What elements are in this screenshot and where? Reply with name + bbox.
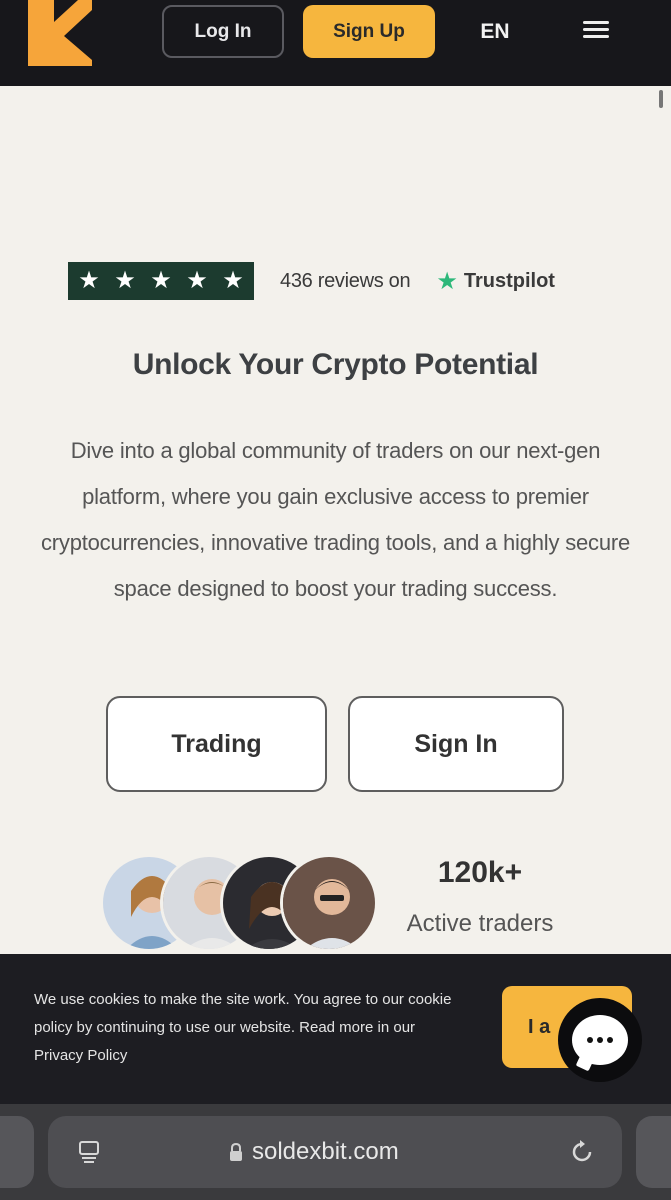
star-icon: ★ — [215, 265, 251, 297]
signin-button[interactable]: Sign In — [348, 696, 564, 792]
star-icon: ★ — [107, 265, 143, 297]
star-icon: ★ — [179, 265, 215, 297]
page-title: Unlock Your Crypto Potential — [132, 348, 539, 381]
address-bar[interactable]: soldexbit.com — [48, 1116, 622, 1188]
traders-count: 120k+ — [437, 856, 523, 889]
cookie-banner: We use cookies to make the site work. Yo… — [0, 954, 671, 1104]
reviews-count: 436 reviews on — [280, 269, 411, 292]
star-icon: ★ — [71, 265, 107, 297]
signup-button[interactable]: Sign Up — [303, 5, 435, 58]
reload-icon[interactable] — [568, 1138, 596, 1166]
next-tab[interactable] — [636, 1116, 671, 1188]
logo-icon[interactable] — [28, 0, 92, 66]
chat-button[interactable] — [558, 998, 642, 1082]
trader-avatars — [100, 854, 378, 952]
scrollbar[interactable] — [659, 90, 663, 108]
top-nav: Log In Sign Up EN — [0, 0, 671, 86]
chat-icon — [572, 1015, 628, 1065]
language-selector[interactable]: EN — [462, 16, 528, 48]
url-text: soldexbit.com — [252, 1138, 399, 1165]
url-display[interactable]: soldexbit.com — [228, 1136, 399, 1168]
star-icon: ★ — [143, 265, 179, 297]
trustpilot-rating: ★ ★ ★ ★ ★ 436 reviews on ★ Trustpilot — [68, 262, 555, 300]
traders-label: Active traders — [406, 910, 554, 937]
trustpilot-name: Trustpilot — [463, 269, 555, 292]
trustpilot-star-icon: ★ — [436, 267, 458, 295]
tabs-icon[interactable] — [78, 1140, 100, 1164]
cookie-text: We use cookies to make the site work. Yo… — [34, 991, 452, 1064]
rating-stars: ★ ★ ★ ★ ★ — [68, 262, 254, 300]
login-button[interactable]: Log In — [162, 5, 284, 58]
browser-toolbar: soldexbit.com — [0, 1104, 671, 1200]
trading-button[interactable]: Trading — [106, 696, 327, 792]
main-content: ★ ★ ★ ★ ★ 436 reviews on ★ Trustpilot Un… — [0, 86, 671, 954]
avatar — [280, 854, 378, 952]
lock-icon — [230, 1142, 242, 1161]
menu-icon[interactable] — [580, 18, 612, 46]
hero-description: Dive into a global community of traders … — [40, 438, 631, 601]
previous-tab[interactable] — [0, 1116, 34, 1188]
